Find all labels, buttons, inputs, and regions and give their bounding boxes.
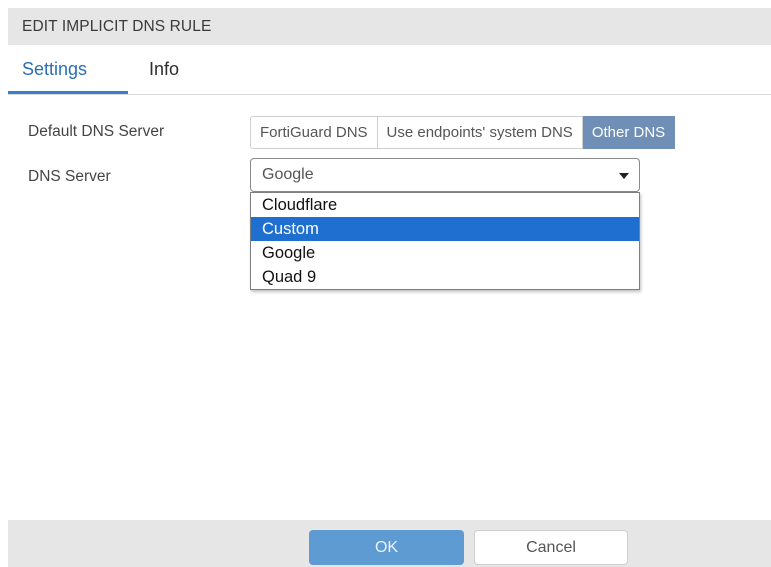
ok-button[interactable]: OK xyxy=(309,530,464,565)
dns-server-dropdown-list: Cloudflare Custom Google Quad 9 xyxy=(250,192,640,290)
edit-implicit-dns-rule-dialog: EDIT IMPLICIT DNS RULE Settings Info Def… xyxy=(8,0,771,567)
dns-option-quad9[interactable]: Quad 9 xyxy=(251,265,639,289)
default-dns-server-segmented-control: FortiGuard DNS Use endpoints' system DNS… xyxy=(250,116,676,149)
caret-down-icon xyxy=(619,173,629,179)
dns-server-label: DNS Server xyxy=(28,168,111,185)
tab-bar: Settings Info xyxy=(8,45,771,95)
active-tab-indicator xyxy=(8,91,128,94)
dns-option-custom[interactable]: Custom xyxy=(251,217,639,241)
fortiguard-dns-option[interactable]: FortiGuard DNS xyxy=(250,116,378,149)
dns-server-select[interactable]: Google xyxy=(250,158,640,192)
dns-server-selected-value: Google xyxy=(262,166,314,183)
endpoints-system-dns-option[interactable]: Use endpoints' system DNS xyxy=(377,116,583,149)
tab-settings[interactable]: Settings xyxy=(22,59,87,80)
dialog-title: EDIT IMPLICIT DNS RULE xyxy=(8,8,771,45)
dns-option-google[interactable]: Google xyxy=(251,241,639,265)
dns-option-cloudflare[interactable]: Cloudflare xyxy=(251,193,639,217)
other-dns-option[interactable]: Other DNS xyxy=(582,116,676,149)
cancel-button[interactable]: Cancel xyxy=(474,530,628,565)
tab-info[interactable]: Info xyxy=(149,59,179,80)
default-dns-server-label: Default DNS Server xyxy=(28,123,165,140)
dialog-footer: OK Cancel xyxy=(8,520,771,567)
